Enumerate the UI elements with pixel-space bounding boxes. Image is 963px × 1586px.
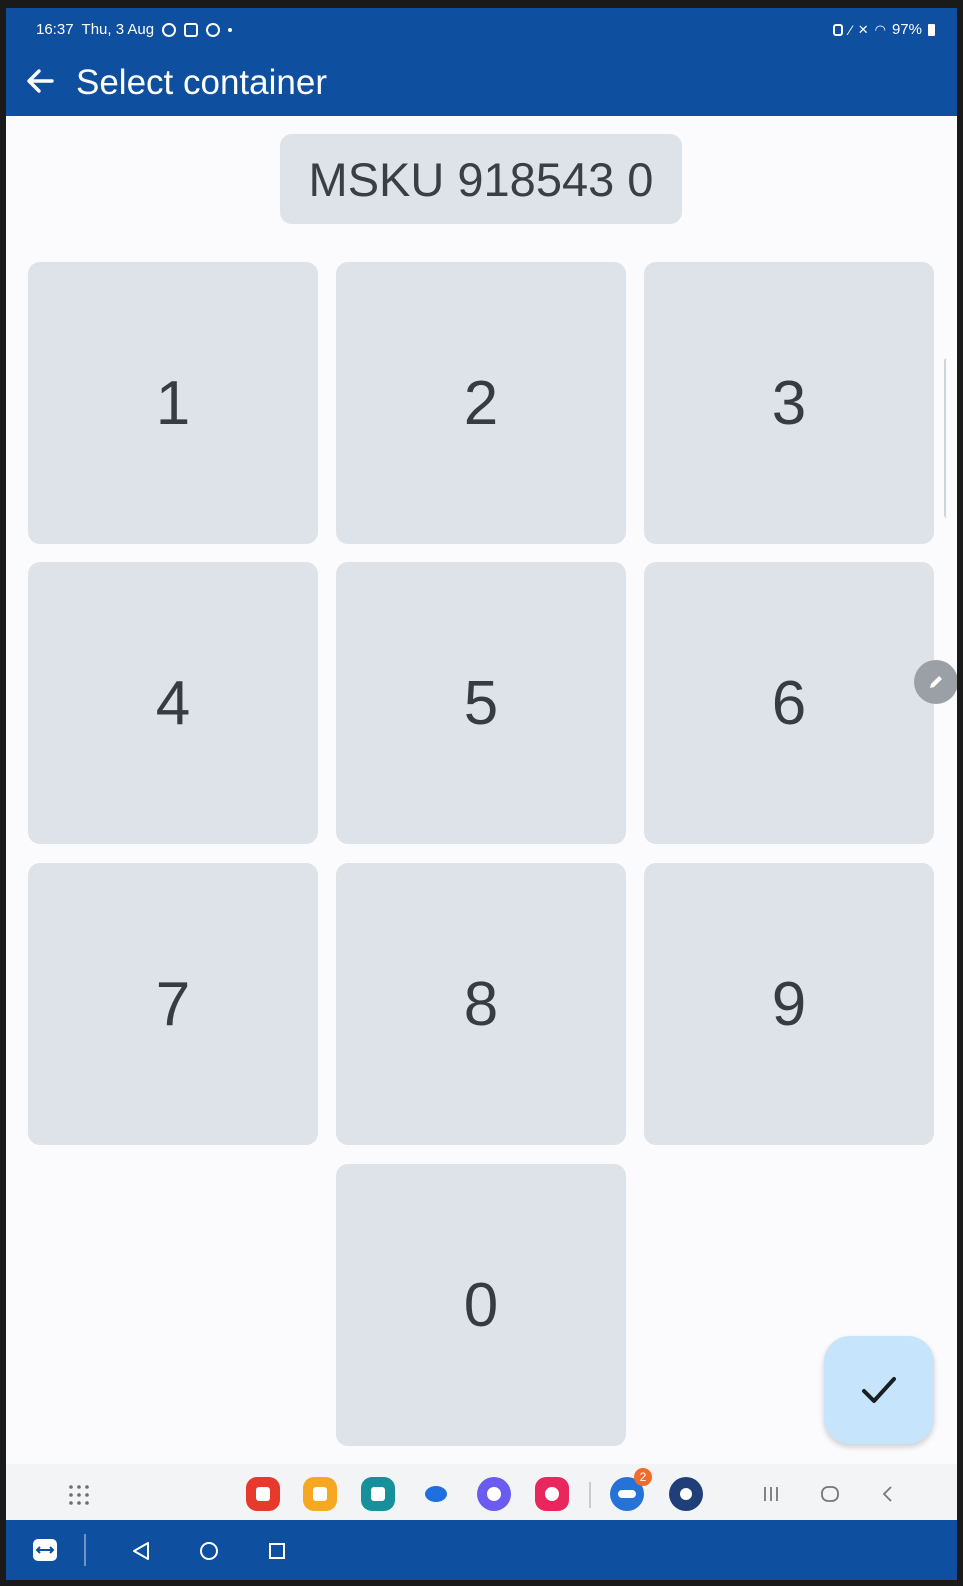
- dock-divider: [589, 1482, 591, 1508]
- calendar-app-icon[interactable]: [361, 1477, 395, 1511]
- key-4[interactable]: 4: [28, 562, 318, 844]
- eye-icon: [162, 22, 177, 37]
- key-5[interactable]: 5: [336, 562, 626, 844]
- key-0[interactable]: 0: [336, 1164, 626, 1446]
- sync-icon: [206, 22, 221, 37]
- nav-divider: [84, 1534, 86, 1566]
- key-2[interactable]: 2: [336, 262, 626, 544]
- messages-app-icon[interactable]: [419, 1477, 453, 1511]
- key-8[interactable]: 8: [336, 863, 626, 1145]
- key-3[interactable]: 3: [644, 262, 934, 544]
- key-1[interactable]: 1: [28, 262, 318, 544]
- sim-icon: [833, 23, 844, 36]
- recent-apps-icon[interactable]: [761, 1484, 781, 1504]
- files-app-icon[interactable]: [303, 1477, 337, 1511]
- container-number-display: MSKU 918543 0: [280, 134, 682, 224]
- notification-badge: 2: [634, 1468, 652, 1486]
- mute-icon: ✕: [857, 21, 869, 37]
- key-9[interactable]: 9: [644, 863, 934, 1145]
- home-icon[interactable]: [820, 1484, 840, 1504]
- checkmark-icon: [862, 1377, 896, 1403]
- back-arrow-icon[interactable]: [22, 63, 58, 99]
- no-signal-icon: ⁄: [849, 21, 852, 38]
- internet-app-icon[interactable]: [477, 1477, 511, 1511]
- confirm-button[interactable]: [824, 1336, 934, 1444]
- page-title: Select container: [76, 63, 327, 102]
- battery-percent: 97%: [891, 21, 922, 38]
- status-bar: 16:37 Thu, 3 Aug ⁄ ✕ ◠ 97%: [6, 8, 957, 48]
- status-date: Thu, 3 Aug: [81, 21, 155, 38]
- pencil-icon: [930, 676, 942, 688]
- nav-home-icon[interactable]: [198, 1540, 220, 1562]
- remote-nav-bar: [6, 1520, 957, 1580]
- screen: 16:37 Thu, 3 Aug ⁄ ✕ ◠ 97% Select contai…: [6, 8, 957, 1580]
- taskbar: 2: [6, 1464, 957, 1520]
- key-6[interactable]: 6: [644, 562, 934, 844]
- camera-app-icon[interactable]: [535, 1477, 569, 1511]
- status-time: 16:37: [36, 21, 74, 38]
- app-bar: Select container: [6, 48, 957, 116]
- teamviewer-icon: [184, 22, 199, 37]
- back-icon[interactable]: [878, 1484, 898, 1504]
- app-drawer-icon[interactable]: [68, 1484, 90, 1506]
- nav-recents-icon[interactable]: [266, 1540, 288, 1562]
- battery-icon: [928, 23, 935, 36]
- notes-app-icon[interactable]: [246, 1477, 280, 1511]
- edge-panel-bar[interactable]: [944, 358, 952, 518]
- key-7[interactable]: 7: [28, 863, 318, 1145]
- settings-app-icon[interactable]: [669, 1477, 703, 1511]
- edge-panel-handle[interactable]: [914, 660, 957, 704]
- nav-back-icon[interactable]: [130, 1540, 152, 1562]
- teamviewer-icon[interactable]: [32, 1538, 58, 1562]
- more-notifications-dot-icon: [228, 27, 233, 32]
- wifi-icon: ◠: [874, 21, 886, 37]
